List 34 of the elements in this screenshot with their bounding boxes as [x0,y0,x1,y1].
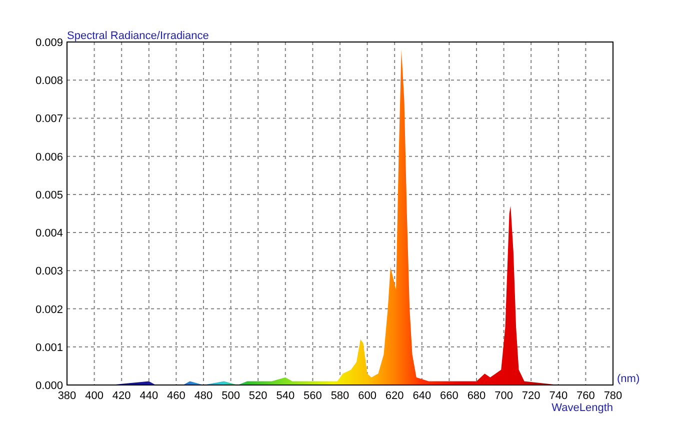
y-axis-title: Spectral Radiance/Irradiance [67,30,209,42]
x-tick-label: 380 [58,390,76,402]
x-tick-label: 680 [467,390,486,402]
x-tick-label: 480 [194,390,213,402]
x-axis-title: WaveLength [552,402,613,414]
x-tick-label: 620 [385,390,404,402]
x-tick-label: 460 [167,390,186,402]
y-tick-label: 0.003 [35,266,63,278]
x-tick-label: 700 [494,390,513,402]
x-tick-label: 400 [85,390,104,402]
y-tick-label: 0.001 [35,342,63,354]
x-tick-label: 500 [222,390,240,402]
x-tick-label: 780 [604,390,622,402]
x-tick-label: 640 [412,390,432,402]
x-tick-label: 740 [549,390,568,402]
x-tick-label: 440 [140,390,158,402]
x-tick-label: 520 [248,390,268,402]
x-tick-label: 720 [522,390,540,402]
y-tick-label: 0.009 [35,37,63,49]
y-tick-label: 0.002 [35,304,63,316]
y-tick-label: 0.007 [35,113,63,126]
x-tick-label: 600 [358,390,376,402]
y-tick-label: 0.000 [35,380,63,392]
y-tick-label: 0.006 [35,151,63,164]
x-tick-label: 540 [276,390,295,402]
x-tick-label: 660 [440,390,458,402]
x-tick-label: 560 [304,390,322,402]
x-tick-label: 760 [576,390,595,402]
y-tick-label: 0.005 [35,189,63,202]
y-tick-label: 0.004 [35,228,63,240]
unit-label: (nm) [617,373,640,385]
y-tick-label: 0.008 [35,75,63,88]
x-tick-label: 420 [112,390,131,402]
x-tick-label: 580 [330,390,350,402]
